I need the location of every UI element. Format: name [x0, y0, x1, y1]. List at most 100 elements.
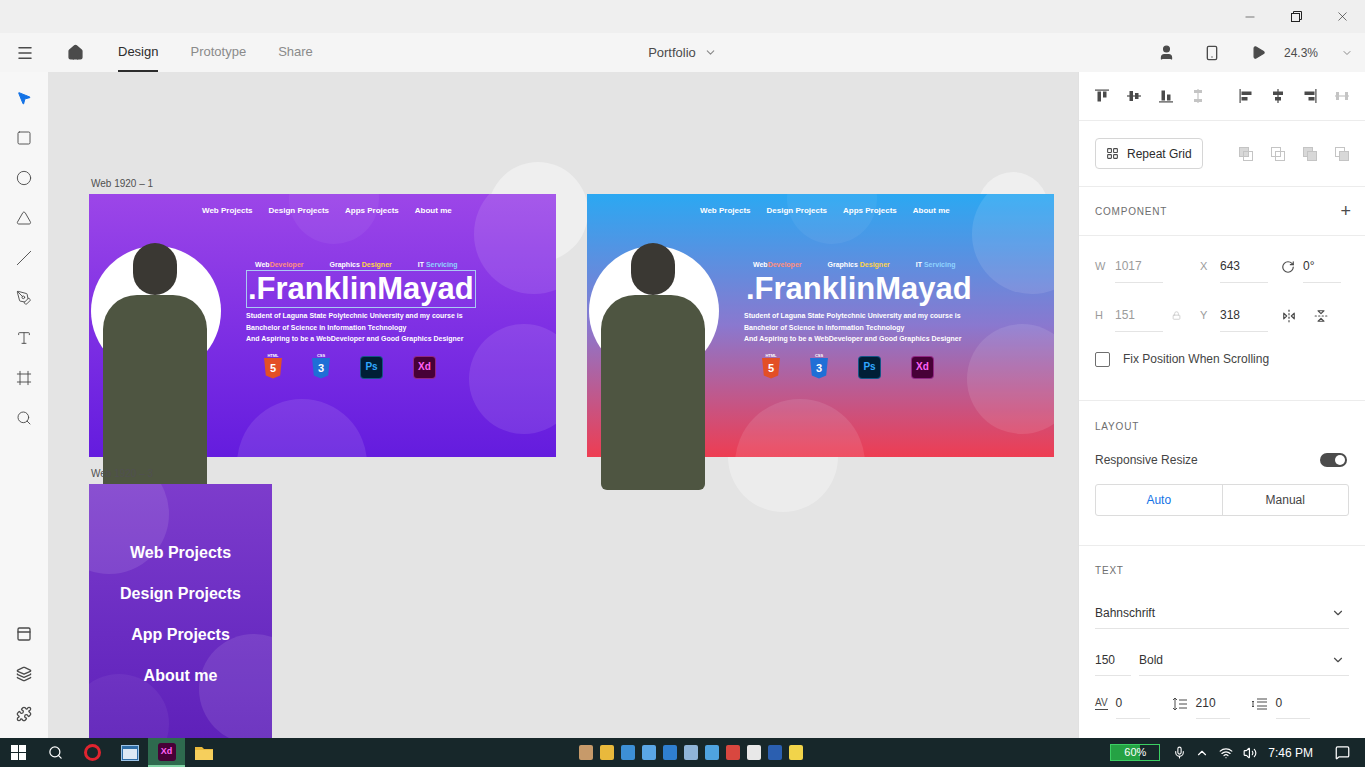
character-spacing-field[interactable]: AV0: [1095, 688, 1150, 719]
align-button[interactable]: [1086, 80, 1118, 112]
menu-link[interactable]: App Projects: [131, 625, 230, 645]
lock-icon[interactable]: [1172, 311, 1181, 320]
close-button[interactable]: [1319, 0, 1365, 33]
artboard-tool[interactable]: [14, 368, 34, 388]
transform-field[interactable]: Y318: [1200, 299, 1281, 332]
search-button[interactable]: [37, 738, 74, 767]
paragraph-spacing-field[interactable]: 0: [1252, 688, 1310, 719]
plugins-panel-button[interactable]: [14, 704, 34, 724]
nav-link[interactable]: Web Projects: [700, 206, 751, 216]
nav-link[interactable]: Web Projects: [202, 206, 253, 216]
minimize-button[interactable]: [1227, 0, 1273, 33]
menu-link[interactable]: Web Projects: [130, 543, 231, 563]
clock[interactable]: 7:46 PM: [1262, 744, 1319, 762]
text-tool[interactable]: [14, 328, 34, 348]
tray-app-icon[interactable]: [621, 745, 635, 760]
boolean-button[interactable]: [1294, 138, 1326, 170]
repeat-grid-button[interactable]: Repeat Grid: [1095, 138, 1203, 169]
responsive-resize-toggle[interactable]: Responsive Resize: [1095, 451, 1349, 469]
artboard-label[interactable]: Web 1920 – 1: [91, 178, 153, 190]
tray-app-icon[interactable]: [768, 745, 782, 760]
tray-app-icon[interactable]: [726, 745, 740, 760]
hero-name[interactable]: .FranklinMayad: [744, 270, 974, 308]
align-button[interactable]: [1326, 80, 1358, 112]
hero-name[interactable]: .FranklinMayad: [246, 270, 476, 308]
mode-tab[interactable]: Design: [118, 33, 158, 72]
add-component-button[interactable]: +: [1340, 202, 1351, 220]
notification-button[interactable]: [1319, 745, 1365, 760]
font-size-field[interactable]: 150: [1095, 645, 1131, 676]
battery-indicator[interactable]: 60%: [1110, 744, 1160, 761]
play-button[interactable]: [1235, 33, 1281, 72]
boolean-button[interactable]: [1326, 138, 1358, 170]
tray-app-icon[interactable]: [663, 745, 677, 760]
resize-mode-option[interactable]: Auto: [1096, 485, 1222, 515]
start-button[interactable]: [0, 738, 37, 767]
taskbar-app[interactable]: Xd: [148, 738, 185, 767]
tray-app-icon[interactable]: [642, 745, 656, 760]
layers-panel-button[interactable]: [14, 664, 34, 684]
menu-button[interactable]: [0, 33, 50, 72]
tray-app-icon[interactable]: [747, 745, 761, 760]
menu-link[interactable]: Design Projects: [120, 584, 241, 604]
nav-link[interactable]: About me: [913, 206, 950, 216]
flip-vertical-icon[interactable]: [1314, 309, 1328, 323]
ellipse-tool[interactable]: [14, 168, 34, 188]
triangle-tool[interactable]: [14, 208, 34, 228]
align-button[interactable]: [1118, 80, 1150, 112]
canvas[interactable]: Web 1920 – 1 Web Projects Design Projects A…: [48, 72, 1078, 738]
line-spacing-field[interactable]: 210: [1172, 688, 1230, 719]
nav-link[interactable]: About me: [415, 206, 452, 216]
mode-tab[interactable]: Prototype: [190, 33, 246, 72]
nav-link[interactable]: Apps Projects: [843, 206, 897, 216]
role-tag: IT Servicing: [418, 260, 458, 269]
taskbar-app[interactable]: [111, 738, 148, 767]
select-tool[interactable]: [14, 88, 34, 108]
rectangle-tool[interactable]: [14, 128, 34, 148]
invite-button[interactable]: [1143, 33, 1189, 72]
device-preview-button[interactable]: [1189, 33, 1235, 72]
mic-button[interactable]: [1168, 746, 1190, 759]
document-title[interactable]: Portfolio: [648, 33, 717, 72]
tray-app-icon[interactable]: [705, 745, 719, 760]
font-weight-dropdown[interactable]: Bold: [1139, 645, 1349, 676]
font-family-dropdown[interactable]: Bahnschrift: [1095, 598, 1349, 629]
tray-app-icon[interactable]: [684, 745, 698, 760]
zoom-dropdown[interactable]: 24.3%: [1281, 33, 1365, 72]
align-button[interactable]: [1150, 80, 1182, 112]
artboard[interactable]: Web 1920 – 3Web ProjectsDesign ProjectsA…: [89, 484, 272, 738]
align-button[interactable]: [1230, 80, 1262, 112]
assets-panel-button[interactable]: [14, 624, 34, 644]
artboard[interactable]: Web 1920 – 1Web ProjectsDesign ProjectsA…: [89, 194, 556, 457]
align-button[interactable]: [1182, 80, 1214, 112]
boolean-button[interactable]: [1262, 138, 1294, 170]
transform-field[interactable]: X643: [1200, 250, 1281, 283]
volume-button[interactable]: [1238, 746, 1262, 760]
restore-button[interactable]: [1273, 0, 1319, 33]
network-button[interactable]: [1214, 746, 1238, 760]
line-tool[interactable]: [14, 248, 34, 268]
tray-app-icon[interactable]: [600, 745, 614, 760]
fix-position-checkbox[interactable]: Fix Position When Scrolling: [1095, 350, 1349, 368]
flip-horizontal-icon[interactable]: [1282, 309, 1296, 323]
nav-link[interactable]: Design Projects: [767, 206, 827, 216]
nav-link[interactable]: Design Projects: [269, 206, 329, 216]
taskbar-app[interactable]: [74, 738, 111, 767]
taskbar-app[interactable]: [185, 738, 222, 767]
rotation-field[interactable]: 0°: [1281, 250, 1349, 283]
boolean-button[interactable]: [1230, 138, 1262, 170]
tray-app-icon[interactable]: [789, 745, 803, 760]
home-button[interactable]: [50, 33, 100, 72]
mode-tab[interactable]: Share: [278, 33, 313, 72]
artboard[interactable]: Web Projects Design Projects Apps Projects…: [587, 194, 1054, 457]
nav-link[interactable]: Apps Projects: [345, 206, 399, 216]
align-button[interactable]: [1294, 80, 1326, 112]
zoom-tool[interactable]: [14, 408, 34, 428]
resize-mode-option[interactable]: Manual: [1222, 485, 1349, 515]
tray-app-icon[interactable]: [579, 745, 593, 760]
pen-tool[interactable]: [14, 288, 34, 308]
artboard-label[interactable]: Web 1920 – 3: [91, 468, 153, 480]
align-button[interactable]: [1262, 80, 1294, 112]
show-hidden-icons[interactable]: [1190, 746, 1214, 760]
menu-link[interactable]: About me: [144, 666, 218, 686]
